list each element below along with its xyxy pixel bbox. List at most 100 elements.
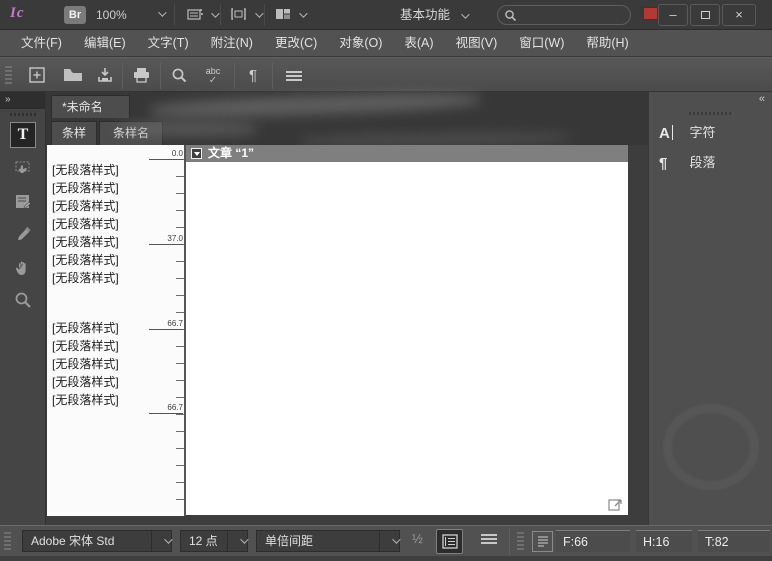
note-tool[interactable] <box>10 188 36 214</box>
panel-grip[interactable] <box>689 112 733 115</box>
panel-item-character[interactable]: A 字符 <box>659 120 767 146</box>
menu-bar: 文件(F) 编辑(E) 文字(T) 附注(N) 更改(C) 对象(O) 表(A)… <box>0 30 772 57</box>
paragraph-style-row[interactable]: [无段落样式] <box>52 215 184 233</box>
separator <box>272 62 273 89</box>
character-icon: A <box>659 125 685 142</box>
minimize-button[interactable]: – <box>658 4 688 26</box>
maximize-icon <box>701 11 710 19</box>
chevron-down-icon <box>461 10 469 18</box>
find-button[interactable] <box>166 63 192 88</box>
statusbar-grip[interactable] <box>4 532 11 551</box>
menu-icon <box>286 71 302 81</box>
menu-view[interactable]: 视图(V) <box>445 30 509 56</box>
copyfit-progress-icon[interactable] <box>532 531 553 552</box>
new-document-icon <box>28 66 46 84</box>
arrange-documents-icon <box>274 6 292 22</box>
position-tool[interactable] <box>10 154 36 180</box>
note-tool-icon <box>13 192 33 212</box>
separator <box>122 62 123 89</box>
paragraph-style-row[interactable]: [无段落样式] <box>52 197 184 215</box>
tools-panel-header[interactable]: » <box>0 92 45 109</box>
leading-select[interactable]: 单倍间距 <box>256 530 400 552</box>
position-tool-icon <box>13 158 33 178</box>
hand-tool[interactable] <box>10 254 36 280</box>
toolbar-grip[interactable] <box>5 66 12 86</box>
paragraph-style-row[interactable]: [无段落样式] <box>52 161 184 179</box>
search-icon <box>170 66 188 84</box>
print-button[interactable] <box>128 63 154 88</box>
eyedropper-icon <box>13 226 33 246</box>
close-button[interactable]: × <box>722 4 756 26</box>
bridge-button[interactable]: Br <box>64 6 86 24</box>
open-document-button[interactable] <box>60 63 86 88</box>
depth-ruler-mark: 37.0 <box>149 234 183 245</box>
panel-item-paragraph[interactable]: ¶ 段落 <box>659 150 767 176</box>
workspace: » T <box>0 92 772 525</box>
statusbar-grip[interactable] <box>517 532 524 551</box>
window-bottom-edge <box>0 556 772 561</box>
paragraph-style-row[interactable]: [无段落样式] <box>52 373 184 391</box>
save-document-button[interactable] <box>92 63 118 88</box>
paragraph-style-row[interactable]: [无段落样式] <box>52 355 184 373</box>
search-box[interactable] <box>497 5 631 25</box>
menu-edit[interactable]: 编辑(E) <box>73 30 137 56</box>
story-header-bar[interactable]: 文章 “1” <box>186 145 628 162</box>
tools-panel-grip[interactable] <box>10 113 36 116</box>
line-numbers-icon[interactable]: ½ <box>412 531 423 546</box>
depth-ruler-mark: 66.7 <box>149 319 183 330</box>
search-input[interactable] <box>522 7 626 23</box>
menu-notes[interactable]: 附注(N) <box>200 30 264 56</box>
chevron-down-icon <box>255 9 263 17</box>
paragraph-style-row[interactable]: [无段落样式] <box>52 269 184 287</box>
paragraph-style-row[interactable]: [无段落样式] <box>52 179 184 197</box>
tab-story-view[interactable]: 条样名 <box>99 121 163 145</box>
separator <box>234 62 235 89</box>
separator <box>160 62 161 89</box>
character-panel-label: 字符 <box>689 120 715 146</box>
font-family-select[interactable]: Adobe 宋体 Std <box>22 530 172 552</box>
tab-galley-view[interactable]: 条样 <box>51 121 97 145</box>
paragraph-style-row[interactable]: [无段落样式] <box>52 337 184 355</box>
pilcrow-icon: ¶ <box>249 67 257 84</box>
screen-mode-dropdown[interactable] <box>230 5 261 25</box>
zoom-tool[interactable] <box>10 286 36 312</box>
view-options-dropdown[interactable] <box>186 5 217 25</box>
menu-help[interactable]: 帮助(H) <box>575 30 639 56</box>
menu-table[interactable]: 表(A) <box>393 30 444 56</box>
menu-changes[interactable]: 更改(C) <box>264 30 328 56</box>
story-text-area[interactable] <box>186 162 628 515</box>
new-document-button[interactable] <box>24 63 50 88</box>
paragraph-icon: ¶ <box>659 155 685 172</box>
menu-file[interactable]: 文件(F) <box>10 30 73 56</box>
leading-value: 单倍间距 <box>265 531 313 551</box>
collapse-triangle-icon[interactable] <box>191 148 202 159</box>
menu-object[interactable]: 对象(O) <box>328 30 393 56</box>
separator <box>509 528 510 555</box>
arrange-documents-dropdown[interactable] <box>274 5 305 25</box>
maximize-button[interactable] <box>690 4 720 26</box>
watermark <box>663 404 759 490</box>
eyedropper-tool[interactable] <box>10 222 36 248</box>
show-hidden-characters-button[interactable]: ¶ <box>240 63 266 88</box>
chevron-down-icon <box>227 531 247 551</box>
zoom-level-dropdown[interactable]: 100% <box>96 5 164 25</box>
paragraph-style-row[interactable]: [无段落样式] <box>52 251 184 269</box>
toolbar-menu-button[interactable] <box>281 63 307 88</box>
hand-icon <box>13 258 33 278</box>
collapse-panel-icon[interactable]: « <box>759 93 764 105</box>
statusbar-menu-button[interactable] <box>479 526 499 557</box>
document-lines-icon <box>536 535 550 548</box>
right-dock-panel: « A 字符 ¶ 段落 <box>648 92 772 525</box>
menu-window[interactable]: 窗口(W) <box>508 30 575 56</box>
save-icon <box>96 66 114 84</box>
type-tool[interactable]: T <box>10 122 36 148</box>
font-size-select[interactable]: 12 点 <box>180 530 248 552</box>
menu-type[interactable]: 文字(T) <box>137 30 200 56</box>
magnifier-icon <box>13 290 33 310</box>
document-tab[interactable]: *未命名 <box>51 95 130 118</box>
workspace-switcher[interactable]: 基本功能 <box>400 5 467 25</box>
view-options-icon <box>186 6 204 22</box>
spell-check-button[interactable]: abc ✓ <box>200 63 226 88</box>
copyfit-info-button[interactable] <box>436 529 463 554</box>
separator <box>264 4 265 26</box>
